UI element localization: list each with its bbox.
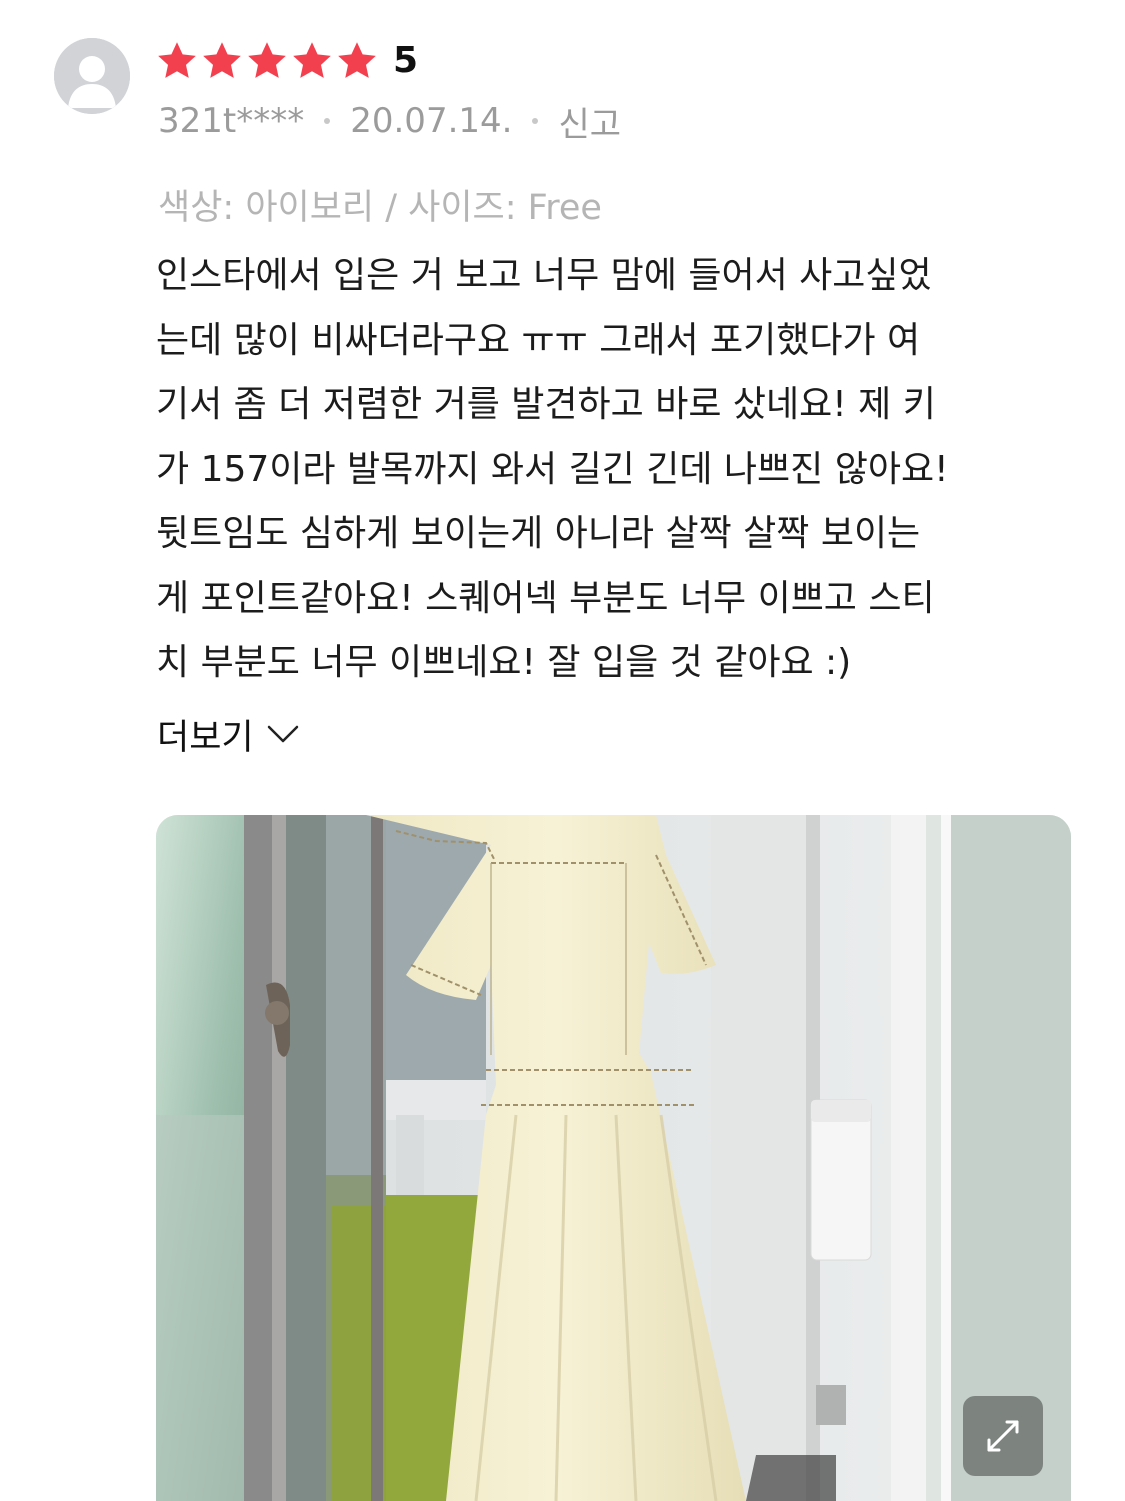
author-id: 321t**** — [158, 101, 305, 141]
purchase-option: 색상: 아이보리 / 사이즈: Free — [158, 188, 602, 228]
star-filled-icon — [203, 42, 241, 78]
review-body-line: 치 부분도 너무 이쁘네요! 잘 입을 것 같아요 :) — [156, 642, 852, 683]
review-body-line: 기서 좀 더 저렴한 거를 발견하고 바로 샀네요! 제 키 — [156, 384, 936, 425]
star-filled-icon — [248, 42, 286, 78]
dress-photo-image — [156, 815, 1071, 1501]
review-body-line: 인스타에서 입은 거 보고 너무 맘에 들어서 사고싶었 — [156, 255, 932, 296]
separator-dot — [324, 118, 331, 124]
expand-diagonal-icon — [987, 1420, 1019, 1452]
rating-score: 5 — [393, 40, 419, 81]
review-body-line: 는데 많이 비싸더라구요 ㅠㅠ 그래서 포기했다가 여 — [156, 319, 921, 361]
star-filled-icon — [158, 42, 196, 78]
avatar[interactable] — [54, 38, 130, 114]
review-body-line: 가 157이라 발목까지 와서 길긴 긴데 나쁘진 않아요! — [156, 448, 949, 490]
star-filled-icon — [293, 42, 331, 78]
review-body-line: 게 포인트같아요! 스퀘어넥 부분도 너무 이쁘고 스티 — [156, 577, 935, 619]
user-silhouette-icon — [54, 38, 130, 114]
separator-dot — [532, 118, 539, 124]
review-body-line: 뒷트임도 심하게 보이는게 아니라 살짝 살짝 보이는 — [156, 513, 921, 554]
review-body: 인스타에서 입은 거 보고 너무 맘에 들어서 사고싶었 는데 많이 비싸더라구… — [156, 244, 1076, 696]
review-card: 5 321t**** 20.07.14. 신고 색상: 아이보리 / 사이즈: … — [0, 0, 1125, 1501]
review-photo[interactable] — [156, 815, 1071, 1501]
more-label: 더보기 — [157, 717, 254, 758]
review-meta: 321t**** 20.07.14. 신고 — [158, 96, 621, 146]
chevron-down-icon — [267, 725, 298, 743]
expand-photo-button[interactable] — [963, 1396, 1043, 1476]
more-button[interactable]: 더보기 — [157, 706, 300, 762]
report-link[interactable]: 신고 — [558, 97, 621, 146]
star-filled-icon — [338, 42, 376, 78]
review-date: 20.07.14. — [350, 101, 513, 141]
star-rating — [155, 38, 379, 84]
